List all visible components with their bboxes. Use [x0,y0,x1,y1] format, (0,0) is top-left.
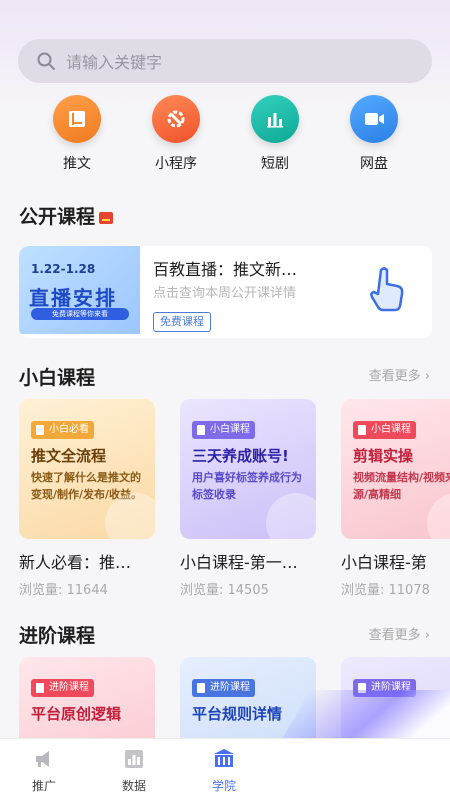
course-card-title: 平台原创逻辑 [31,705,122,723]
thumb-title: 直播安排 [29,286,117,310]
course-tag: 小白课程 [353,421,416,439]
search-placeholder: 请输入关键字 [66,53,163,72]
more-link-text: 查看更多 [368,369,421,384]
chevron-right-icon: › [424,628,430,643]
course-card-title: 剪辑实操 [353,447,414,465]
chart-icon [125,750,143,768]
pointing-hand-icon [370,267,404,312]
chevron-right-icon: › [424,369,430,384]
bottom-nav: 推广 数据 学院 [0,738,450,800]
academy-icon [214,749,234,767]
section-title-text: 公开课程 [19,206,96,228]
quick-link-label: 网盘 [360,156,388,172]
quick-link-miniprogram[interactable]: 小程序 [141,95,211,173]
quick-link-cloud-drive[interactable]: 网盘 [339,95,409,173]
more-link-beginner[interactable]: 查看更多 › [369,365,430,384]
course-card-title: 推文全流程 [31,447,107,465]
nav-label: 推广 [31,779,56,793]
course-card-title: 平台规则详情 [192,705,283,723]
course-name: 小白课程-第 [341,553,427,572]
quick-link-label: 推文 [63,156,91,172]
thumb-date: 1.22-1.28 [31,262,96,276]
more-link-advanced[interactable]: 查看更多 › [369,624,430,643]
quick-link-drama[interactable]: 短剧 [240,95,310,173]
nav-item-academy[interactable]: 学院 [194,747,254,794]
section-title-advanced: 进阶课程 [19,625,96,647]
more-link-text: 查看更多 [368,628,421,643]
course-card[interactable]: 小白课程 剪辑实操 视频流量结构/视频来源/高精细 [341,399,450,539]
megaphone-icon [36,751,49,767]
course-views: 浏览量: 11644 [19,583,108,598]
beginner-carousel[interactable]: 小白必看 推文全流程 快速了解什么是推文的变现/制作/发布/收益。 小白课程 三… [0,399,450,609]
nav-label: 数据 [121,779,146,793]
hot-badge-icon [99,211,114,224]
course-tag: 进阶课程 [192,679,255,697]
course-views: 浏览量: 14505 [180,583,269,598]
course-card-desc: 视频流量结构/视频来源/高精细 [353,471,450,501]
search-bar[interactable]: 请输入关键字 [18,39,432,83]
live-title: 百教直播：推文新… [153,260,298,279]
course-card[interactable]: 进阶课程 [341,657,450,738]
course-tag: 小白必看 [31,421,94,439]
nav-item-data[interactable]: 数据 [104,747,164,794]
live-course-card[interactable]: 1.22-1.28 直播安排 免费课程等你来看 百教直播：推文新… 点击查询本周… [19,246,432,338]
live-thumbnail: 1.22-1.28 直播安排 免费课程等你来看 [19,246,140,334]
bar-chart-icon [251,95,299,143]
course-name: 新人必看：推… [19,553,132,572]
quick-link-tuiwen[interactable]: 推文 [42,95,112,173]
wrench-gear-icon [152,95,200,143]
course-views: 浏览量: 11078 [341,583,430,598]
quick-link-label: 短剧 [261,156,289,172]
thumb-strip: 免费课程等你来看 [31,308,129,320]
course-tag: 进阶课程 [31,679,94,697]
nav-item-promote[interactable]: 推广 [14,747,74,794]
nav-label: 学院 [211,779,236,793]
course-tag: 小白课程 [192,421,255,439]
section-title-beginner: 小白课程 [19,367,96,389]
course-card[interactable]: 小白课程 三天养成账号! 用户喜好标签养成行为标签收录 [180,399,316,539]
course-tag: 进阶课程 [353,679,416,697]
video-camera-icon [350,95,398,143]
course-card[interactable]: 进阶课程 平台原创逻辑 [19,657,155,738]
course-name: 小白课程-第一… [180,553,298,572]
book-icon [53,95,101,143]
course-card[interactable]: 小白必看 推文全流程 快速了解什么是推文的变现/制作/发布/收益。 [19,399,155,539]
course-card[interactable]: 进阶课程 平台规则详情 [180,657,316,738]
quick-links: 推文 小程序 短剧 网盘 [0,95,450,185]
free-course-button[interactable]: 免费课程 [153,312,211,332]
section-title-public: 公开课程 [19,202,114,229]
search-icon [37,52,55,70]
course-card-title: 三天养成账号! [192,447,289,465]
quick-link-label: 小程序 [155,156,197,172]
advanced-carousel[interactable]: 进阶课程 平台原创逻辑 进阶课程 平台规则详情 进阶课程 [0,657,450,738]
live-subtitle: 点击查询本周公开课详情 [153,286,297,301]
